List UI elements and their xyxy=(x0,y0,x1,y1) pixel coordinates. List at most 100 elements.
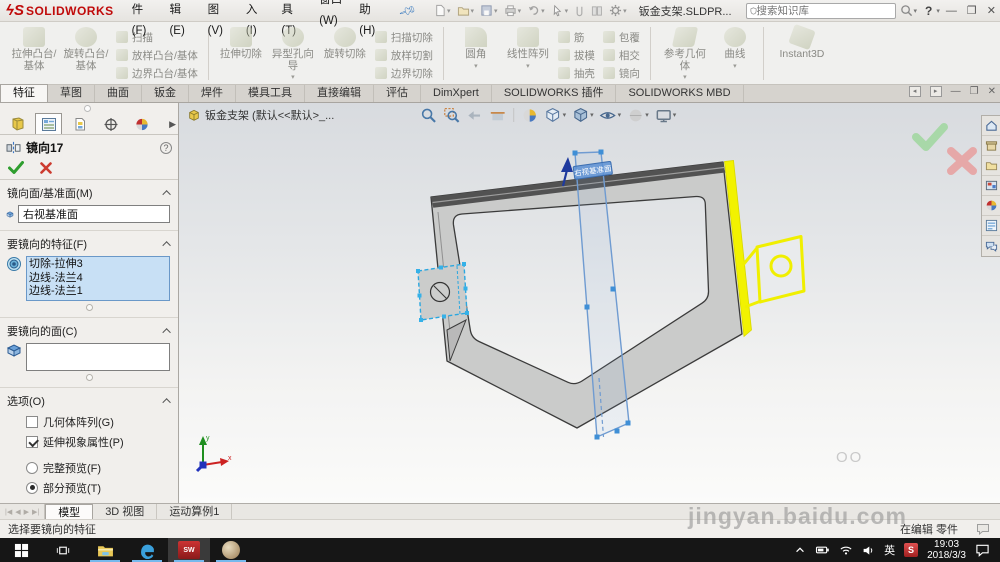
hide-show-items-button[interactable]: ▾ xyxy=(598,105,624,125)
mirror-face-header[interactable]: 镜向面/基准面(M) xyxy=(0,180,178,204)
menu-edit[interactable]: 编辑(E) xyxy=(161,0,199,42)
search-icon[interactable] xyxy=(900,4,913,17)
help-caret-icon[interactable]: ▾ xyxy=(936,7,940,15)
mirror-plane-input[interactable] xyxy=(18,205,170,223)
shell-button[interactable]: 抽壳 xyxy=(554,64,599,82)
clock[interactable]: 19:03 2018/3/3 xyxy=(927,539,966,561)
appearances-scenes-tab[interactable] xyxy=(982,196,1000,216)
zoom-area-button[interactable] xyxy=(442,105,463,125)
design-library-tab[interactable] xyxy=(982,136,1000,156)
confirmation-corner[interactable] xyxy=(912,123,977,175)
list-resize-grip[interactable] xyxy=(85,303,93,311)
close-button[interactable]: ✕ xyxy=(987,4,996,17)
features-to-mirror-list[interactable]: 切除-拉伸3 边线-法兰4 边线-法兰1 xyxy=(26,256,170,301)
list-item[interactable]: 边线-法兰1 xyxy=(29,285,167,299)
task-view-button[interactable] xyxy=(42,538,84,562)
apply-scene-button[interactable]: ▾ xyxy=(625,105,651,125)
tab-evaluate[interactable]: 评估 xyxy=(374,85,421,102)
lofted-boss-button[interactable]: 放样凸台/基体 xyxy=(112,46,202,64)
pin-menu-icon[interactable]: 📌︎ xyxy=(398,1,418,20)
tab-scroll-buttons[interactable]: |◀ ◀ ▶ ▶| xyxy=(0,504,46,519)
boundary-boss-button[interactable]: 边界凸台/基体 xyxy=(112,64,202,82)
list-resize-grip[interactable] xyxy=(85,373,93,381)
document-tab[interactable]: 钣金支架 (默认<<默认>_... xyxy=(187,107,334,123)
save-button[interactable]: ▾ xyxy=(478,3,500,18)
full-preview-radio[interactable] xyxy=(26,461,38,474)
last-tab-icon[interactable]: ▶| xyxy=(31,508,40,516)
resources-tab[interactable] xyxy=(982,116,1000,136)
tab-sw-mbd[interactable]: SOLIDWORKS MBD xyxy=(616,85,744,102)
tab-mold-tools[interactable]: 模具工具 xyxy=(236,85,305,102)
columns-icon[interactable] xyxy=(589,4,605,18)
tab-surfaces[interactable]: 曲面 xyxy=(95,85,142,102)
faces-to-mirror-header[interactable]: 要镜向的面(C) xyxy=(0,318,178,342)
full-preview-option[interactable]: 完整预览(F) xyxy=(0,458,178,478)
options-header[interactable]: 选项(O) xyxy=(0,388,178,412)
prev-document-icon[interactable]: ◂ xyxy=(908,86,921,97)
reference-geometry-button[interactable]: 参考几何体 ▾ xyxy=(657,24,713,83)
tab-3d-views[interactable]: 3D 视图 xyxy=(93,504,158,519)
edge-taskbar-button[interactable] xyxy=(126,538,168,562)
wrap-button[interactable]: 包覆 xyxy=(599,28,644,46)
tab-dimxpert[interactable]: DimXpert xyxy=(421,85,492,102)
menu-file[interactable]: 文件(F) xyxy=(124,0,162,42)
view-settings-button[interactable]: ▾ xyxy=(653,105,679,125)
print-button[interactable]: ▾ xyxy=(502,3,524,18)
cancel-x-button[interactable] xyxy=(40,161,52,174)
boundary-cut-button[interactable]: 边界切除 xyxy=(371,64,437,82)
restore-button[interactable]: ❐ xyxy=(967,4,977,17)
tab-model[interactable]: 模型 xyxy=(45,504,94,519)
action-center-icon[interactable] xyxy=(975,543,990,557)
help-icon[interactable]: ? xyxy=(160,141,172,154)
tab-motion-study[interactable]: 运动算例1 xyxy=(157,504,233,519)
list-item[interactable]: 边线-法兰4 xyxy=(29,272,167,286)
tab-weldments[interactable]: 焊件 xyxy=(189,85,236,102)
help-button[interactable]: ? xyxy=(925,4,932,18)
start-button[interactable] xyxy=(0,538,42,562)
file-explorer-tab[interactable] xyxy=(982,156,1000,176)
wifi-icon[interactable] xyxy=(839,544,853,556)
battery-icon[interactable] xyxy=(815,544,830,556)
prev-tab-icon[interactable]: ◀ xyxy=(14,508,21,516)
minimize-button[interactable]: — xyxy=(946,5,957,17)
previous-view-button[interactable] xyxy=(465,105,486,125)
fillet-button[interactable]: 圆角 ▾ xyxy=(450,24,502,83)
tab-features[interactable]: 特征 xyxy=(0,84,48,102)
custom-properties-icon[interactable] xyxy=(976,523,990,535)
volume-icon[interactable] xyxy=(862,544,875,557)
list-item[interactable]: 切除-拉伸3 xyxy=(29,258,167,272)
swept-cut-button[interactable]: 扫描切除 xyxy=(371,28,437,46)
mirror-button[interactable]: 镜向 xyxy=(599,64,644,82)
file-explorer-taskbar-button[interactable] xyxy=(84,538,126,562)
panel-flyout-icon[interactable]: ▶ xyxy=(169,119,176,130)
features-to-mirror-header[interactable]: 要镜向的特征(F) xyxy=(0,231,178,255)
linear-pattern-button[interactable]: 线性阵列 ▾ xyxy=(502,24,554,83)
display-manager-tab[interactable] xyxy=(97,113,124,134)
section-view-button[interactable] xyxy=(488,105,509,125)
instant3d-button[interactable]: Instant3D xyxy=(770,23,834,83)
selected-tab-feature[interactable] xyxy=(416,262,469,322)
custom-properties-tab[interactable] xyxy=(982,216,1000,236)
partial-preview-radio[interactable] xyxy=(26,481,38,494)
display-style-button[interactable]: ▾ xyxy=(570,105,596,125)
geometry-pattern-option[interactable]: 几何体阵列(G) xyxy=(0,412,178,432)
draft-button[interactable]: 拔模 xyxy=(554,46,599,64)
solidworks-taskbar-button[interactable]: SW xyxy=(168,538,210,562)
open-document-button[interactable]: ▾ xyxy=(455,3,477,18)
view-palette-tab[interactable] xyxy=(982,176,1000,196)
revolved-boss-button[interactable]: 旋转凸台/基体 xyxy=(60,24,112,83)
ok-check-button[interactable] xyxy=(8,161,24,174)
tab-sketch[interactable]: 草图 xyxy=(48,85,95,102)
curves-button[interactable]: 曲线 ▾ xyxy=(713,24,757,83)
rib-button[interactable]: 筋 xyxy=(554,28,599,46)
extruded-boss-button[interactable]: 拉伸凸台/基体 xyxy=(8,24,60,83)
next-tab-icon[interactable]: ▶ xyxy=(23,508,30,516)
search-caret-icon[interactable]: ▾ xyxy=(914,7,918,15)
tab-direct-editing[interactable]: 直接编辑 xyxy=(305,85,374,102)
forum-tab[interactable] xyxy=(982,236,1000,256)
next-document-icon[interactable]: ▸ xyxy=(929,86,942,97)
model-scene[interactable]: 右视基准面 OO x y xyxy=(179,103,1000,503)
graphics-viewport[interactable]: 钣金支架 (默认<<默认>_... ▾ ▾ ▾ ▾ ▾ 右视基准面 OO x y xyxy=(179,103,1000,503)
appearance-manager-tab[interactable] xyxy=(128,113,155,134)
options-gear-button[interactable]: ▾ xyxy=(607,3,629,18)
